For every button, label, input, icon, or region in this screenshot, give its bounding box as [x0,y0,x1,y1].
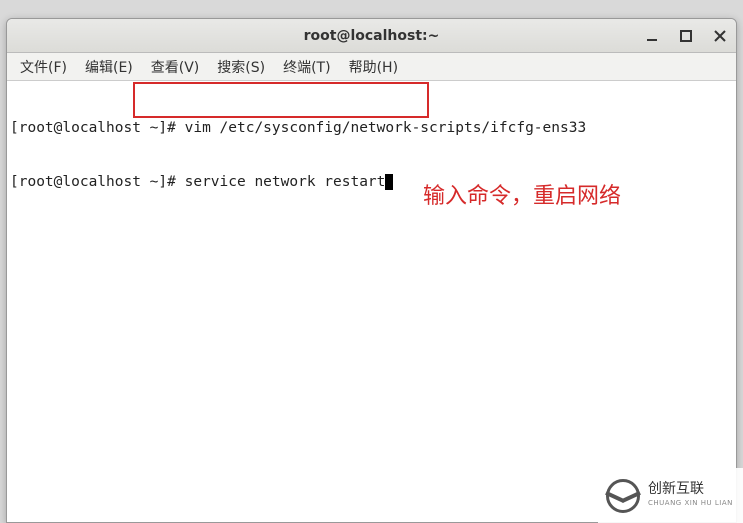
terminal-line-1: [root@localhost ~]# vim /etc/sysconfig/n… [10,119,733,137]
command-text: service network restart [185,174,386,190]
close-icon [714,30,726,42]
menu-help[interactable]: 帮助(H) [340,54,407,80]
maximize-button[interactable] [676,26,696,46]
watermark-logo-icon [606,479,640,513]
highlight-box [133,82,429,118]
watermark-cn: 创新互联 [648,482,733,496]
menu-edit[interactable]: 编辑(E) [76,54,142,80]
prompt: [root@localhost ~]# [10,120,185,136]
minimize-icon [646,30,658,42]
titlebar: root@localhost:~ [7,19,736,53]
terminal-window: root@localhost:~ 文件(F) 编辑(E) 查看(V) 搜索(S)… [6,18,737,523]
window-title: root@localhost:~ [7,28,736,44]
menu-search[interactable]: 搜索(S) [208,54,274,80]
prompt: [root@localhost ~]# [10,174,185,190]
window-buttons [642,19,730,52]
maximize-icon [680,30,692,42]
watermark: 创新互联 CHUANG XIN HU LIAN [598,468,743,523]
terminal-line-2: [root@localhost ~]# service network rest… [10,173,733,191]
menu-view[interactable]: 查看(V) [142,54,209,80]
command-text: vim /etc/sysconfig/network-scripts/ifcfg… [185,120,587,136]
minimize-button[interactable] [642,26,662,46]
menu-file[interactable]: 文件(F) [11,54,76,80]
terminal-area[interactable]: [root@localhost ~]# vim /etc/sysconfig/n… [7,81,736,522]
watermark-text: 创新互联 CHUANG XIN HU LIAN [648,482,733,510]
menubar: 文件(F) 编辑(E) 查看(V) 搜索(S) 终端(T) 帮助(H) [7,53,736,81]
close-button[interactable] [710,26,730,46]
watermark-en: CHUANG XIN HU LIAN [648,496,733,510]
cursor-block [385,174,393,190]
menu-terminal[interactable]: 终端(T) [274,54,339,80]
